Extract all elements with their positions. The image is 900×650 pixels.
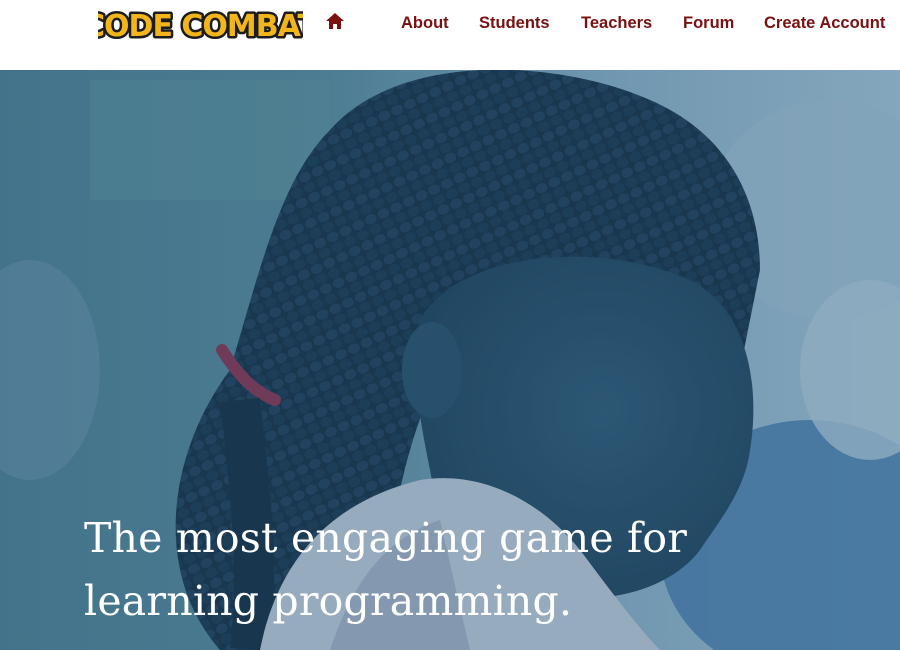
nav-about[interactable]: About xyxy=(401,13,449,33)
main-nav: About Students Teachers Forum Create Acc… xyxy=(0,13,900,35)
site-header: CODE COMBAT About Students Teachers Foru… xyxy=(0,0,900,70)
nav-teachers[interactable]: Teachers xyxy=(581,13,652,33)
headline-line-2: learning programming. xyxy=(84,577,573,625)
nav-create-account[interactable]: Create Account xyxy=(764,13,885,33)
hero-headline: The most engaging game for learning prog… xyxy=(84,507,844,633)
nav-forum[interactable]: Forum xyxy=(683,13,734,33)
headline-line-1: The most engaging game for xyxy=(84,514,688,562)
hero-banner: The most engaging game for learning prog… xyxy=(0,70,900,650)
nav-students[interactable]: Students xyxy=(479,13,550,33)
